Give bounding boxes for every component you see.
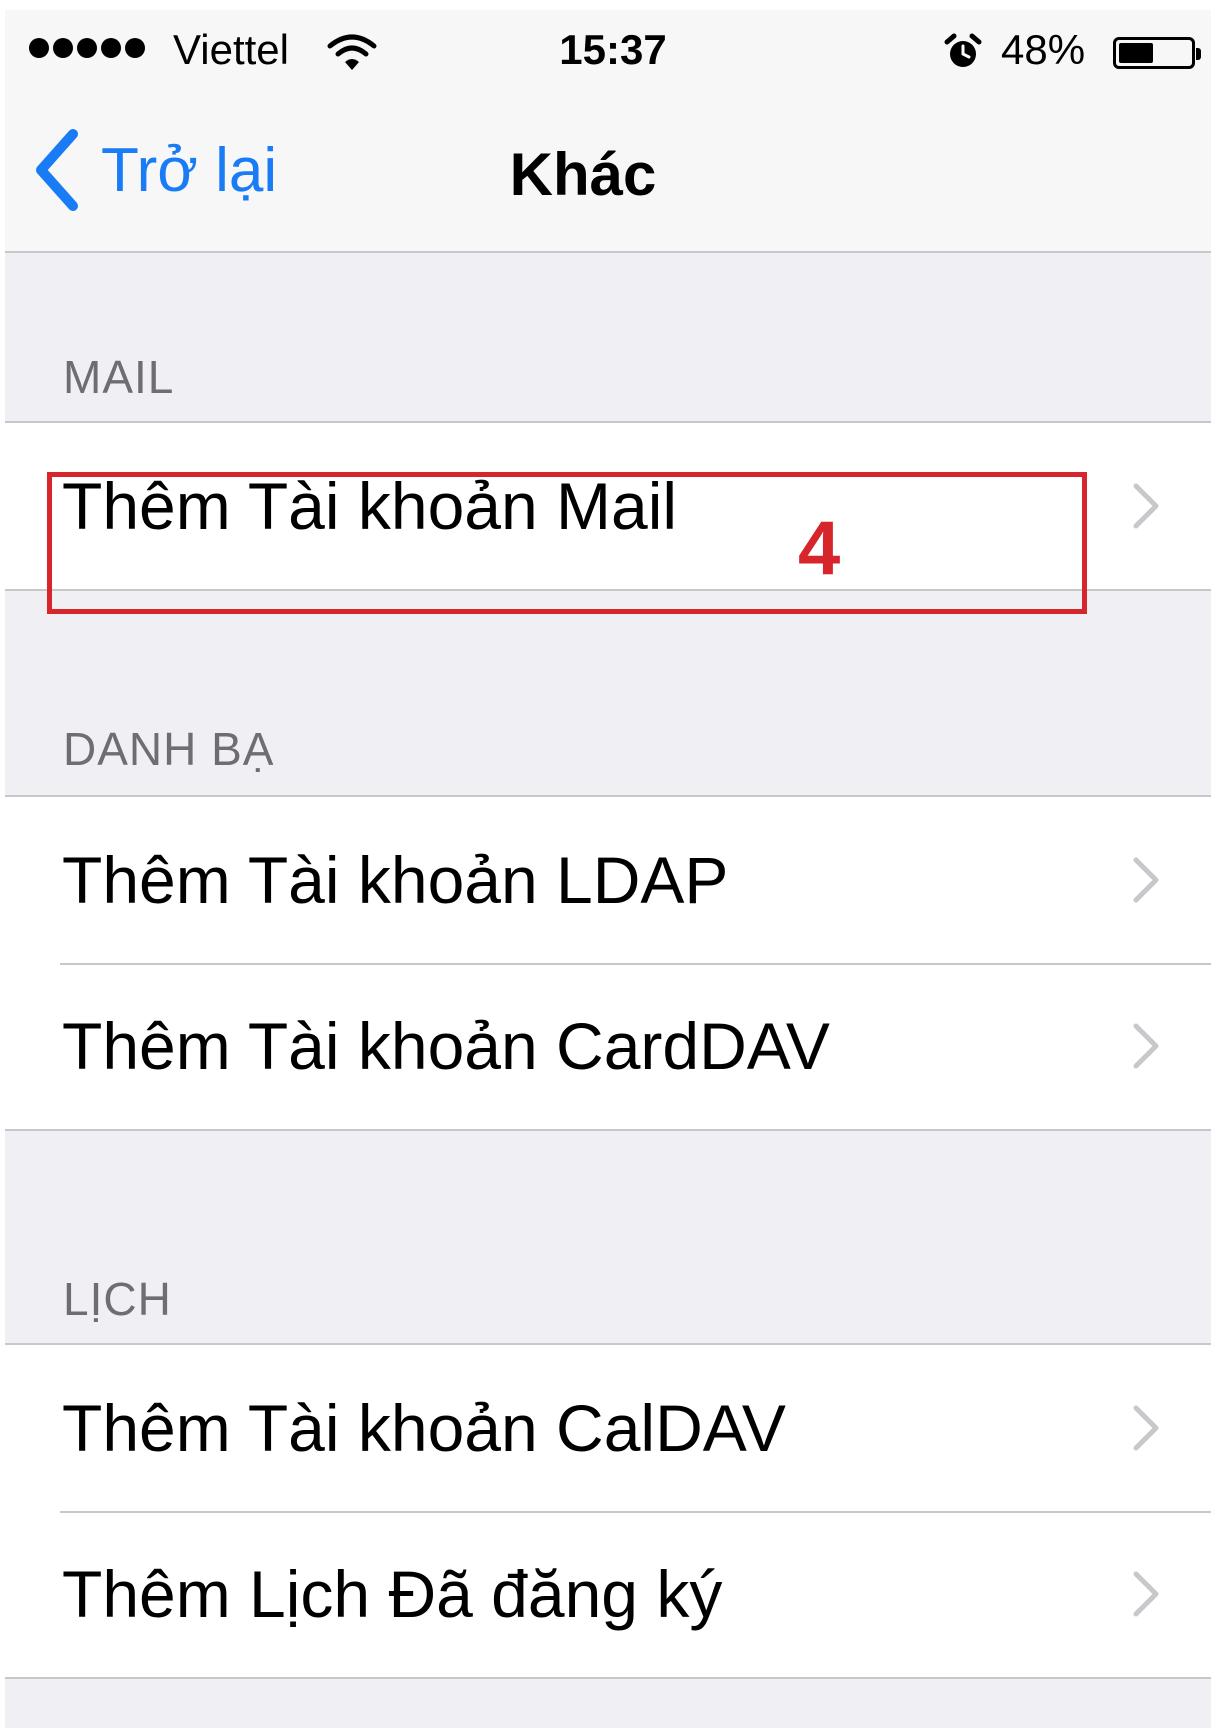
section-header-mail: MAIL [63, 351, 175, 403]
calendar-group: Thêm Tài khoản CalDAV Thêm Lịch Đã đăng … [5, 1343, 1211, 1679]
status-bar: Viettel 15:37 48% [5, 10, 1211, 85]
cell-label: Thêm Lịch Đã đăng ký [62, 1557, 723, 1631]
battery-fill [1119, 43, 1153, 63]
battery-percent: 48% [1001, 26, 1086, 73]
annotation-highlight-box [47, 472, 1087, 614]
add-ldap-account-cell[interactable]: Thêm Tài khoản LDAP [5, 797, 1211, 963]
annotation-step-number: 4 [798, 506, 841, 591]
chevron-right-icon [1133, 857, 1159, 903]
section-header-calendar: LỊCH [63, 1273, 172, 1325]
cell-label: Thêm Tài khoản LDAP [62, 843, 729, 917]
navigation-bar: Trở lại Khác [5, 85, 1211, 253]
chevron-right-icon [1133, 1405, 1159, 1451]
page-title: Khác [509, 141, 657, 208]
chevron-right-icon [1133, 483, 1159, 529]
cell-label: Thêm Tài khoản CalDAV [62, 1391, 786, 1465]
add-subscribed-calendar-cell[interactable]: Thêm Lịch Đã đăng ký [5, 1511, 1211, 1677]
add-caldav-account-cell[interactable]: Thêm Tài khoản CalDAV [5, 1345, 1211, 1511]
cell-label: Thêm Tài khoản CardDAV [62, 1009, 830, 1083]
alarm-icon [944, 33, 982, 67]
contacts-group: Thêm Tài khoản LDAP Thêm Tài khoản CardD… [5, 795, 1211, 1131]
section-header-contacts: DANH BẠ [63, 723, 275, 775]
chevron-right-icon [1133, 1023, 1159, 1069]
settings-screen: Viettel 15:37 48% Trở lại Khác MAIL Thêm… [5, 10, 1211, 1728]
chevron-right-icon [1133, 1571, 1159, 1617]
add-carddav-account-cell[interactable]: Thêm Tài khoản CardDAV [5, 963, 1211, 1129]
battery-icon [1113, 37, 1201, 69]
